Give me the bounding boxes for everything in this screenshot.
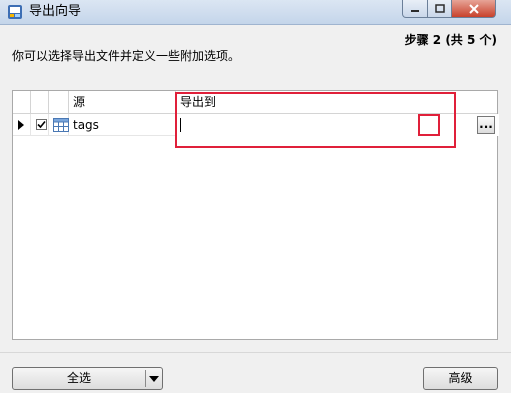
wizard-header: 步骤 2 (共 5 个) 你可以选择导出文件并定义一些附加选项。 xyxy=(0,25,511,75)
minimize-icon xyxy=(411,9,419,12)
row-checkbox[interactable] xyxy=(36,119,47,130)
checkmark-icon xyxy=(37,120,46,129)
export-grid: 源 导出到 tags ... xyxy=(12,90,499,340)
row-icon-cell xyxy=(49,114,69,136)
select-all-button[interactable]: 全选 xyxy=(13,368,145,389)
text-caret xyxy=(180,118,181,132)
table-icon xyxy=(53,118,69,132)
browse-button[interactable]: ... xyxy=(477,116,495,134)
header-icon-cell xyxy=(49,91,69,113)
header-check-cell xyxy=(31,91,49,113)
title-bar: 导出向导 xyxy=(0,0,511,25)
row-indicator-cell xyxy=(13,114,31,136)
maximize-icon xyxy=(434,3,445,13)
source-name: tags xyxy=(73,118,99,132)
export-path-input[interactable] xyxy=(176,114,499,136)
window-title: 导出向导 xyxy=(29,4,82,19)
minimize-button[interactable] xyxy=(402,0,428,18)
column-header-export-to[interactable]: 导出到 xyxy=(176,91,499,113)
row-pointer-icon xyxy=(18,120,24,130)
footer-divider xyxy=(0,352,511,353)
export-wizard-window: 导出向导 步骤 2 (共 5 个) 你可以选择导出文件并定义一些附加选项。 源 xyxy=(0,0,511,393)
row-check-cell xyxy=(31,114,49,136)
close-icon xyxy=(468,3,479,14)
header-indicator-cell xyxy=(13,91,31,113)
export-to-cell[interactable]: ... xyxy=(176,114,499,136)
chevron-down-icon xyxy=(149,376,159,382)
step-indicator: 步骤 2 (共 5 个) xyxy=(404,33,497,47)
select-all-dropdown[interactable] xyxy=(146,368,162,389)
grid-header: 源 导出到 xyxy=(13,91,497,114)
export-wizard-icon xyxy=(8,5,22,19)
select-all-split-button[interactable]: 全选 xyxy=(12,367,163,390)
maximize-button[interactable] xyxy=(427,0,452,18)
source-cell: tags xyxy=(69,114,176,136)
close-button[interactable] xyxy=(451,0,496,18)
advanced-button[interactable]: 高级 xyxy=(423,367,498,390)
column-header-source[interactable]: 源 xyxy=(69,91,176,113)
table-row[interactable]: tags ... xyxy=(13,114,499,136)
wizard-description: 你可以选择导出文件并定义一些附加选项。 xyxy=(12,49,241,63)
